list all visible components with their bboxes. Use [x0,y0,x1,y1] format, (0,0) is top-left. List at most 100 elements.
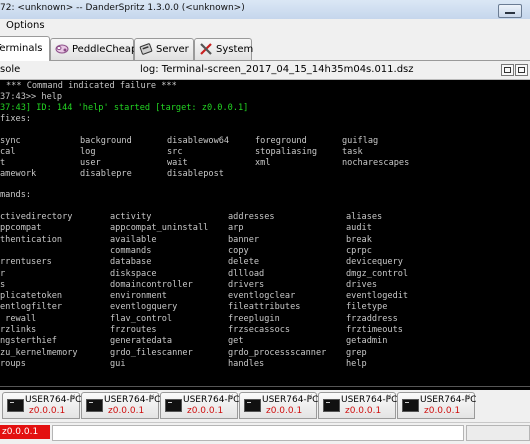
tab-system[interactable]: System [194,38,254,60]
terminal-output[interactable]: *** Command indicated failure *** 37:43>… [0,80,530,386]
session-tab[interactable]: USER764-PC z0.0.0.1 ✕ [2,392,81,419]
command-item: audit [346,223,372,234]
command-item: grdo_processscanner [228,347,327,358]
session-tab[interactable]: USER764-PC z0.0.0.1 ✕ [160,392,239,419]
tab-terminals[interactable]: Terminals [0,36,50,61]
command-item: frzsecassocs [228,325,291,335]
session-tab[interactable]: USER764-PC z0.0.0.1 ✕ [81,392,160,419]
prefix-item: wait [167,158,188,168]
status-field [52,425,464,441]
command-item: diskspace [110,268,157,279]
session-ip: z0.0.0.1 [266,406,303,416]
prefix-item: cal [0,147,16,157]
server-icon [139,43,153,55]
session-ip: z0.0.0.1 [29,406,66,416]
close-icon[interactable]: ✕ [386,394,393,401]
prompt-line: 37:43>> help [0,92,63,102]
peddlecheap-icon [55,44,69,54]
close-icon[interactable]: ✕ [70,394,77,401]
prefix-item: t [0,158,6,168]
prefix-item: disablewow64 [167,136,230,146]
session-tab[interactable]: USER764-PC z0.0.0.1 ✕ [397,392,476,419]
close-icon[interactable]: ✕ [228,394,235,401]
command-item: cprpc [346,245,372,256]
status-grip [466,425,530,441]
prefix-item: amework [0,169,37,179]
prefix-item: disablepost [167,169,224,179]
command-item: r [0,268,6,279]
command-item: eventlogclear [228,291,296,302]
tab-server[interactable]: Server [134,38,194,60]
session-tab[interactable]: USER764-PC z0.0.0.1 ✕ [318,392,397,419]
prefix-item: task [342,147,363,157]
command-item: handles [228,358,265,369]
command-item: appcompat_uninstall [110,223,209,234]
command-item: frztimeouts [346,325,403,335]
commands-header: mands: [0,190,32,200]
failure-line: *** Command indicated failure *** [6,81,177,91]
command-item: database [110,257,152,268]
command-item: gui [110,358,126,369]
close-icon[interactable]: ✕ [307,394,314,401]
status-target-ip: z0.0.0.1 [0,425,50,439]
prefix-item: nocharescapes [342,158,410,168]
tab-terminals-label: Terminals [0,43,43,54]
command-item: get [228,336,244,347]
started-line: 37:43] ID: 144 'help' started [target: z… [0,103,249,113]
command-item: thentication [0,234,63,245]
session-ip: z0.0.0.1 [424,406,461,416]
menu-options[interactable]: Options [6,20,45,31]
console-label: sole [0,64,21,75]
command-item: grep [346,347,367,358]
status-bar: z0.0.0.1 [0,422,530,444]
prefix-item: src [167,147,183,157]
close-icon[interactable]: ✕ [149,394,156,401]
command-item: plicatetoken [0,291,63,302]
log-file-path: log: Terminal-screen_2017_04_15_14h35m04… [140,64,414,75]
prefixes-header: fixes: [0,114,32,124]
command-item: freeplugin [228,313,280,324]
monitor-icon [402,399,419,412]
prefix-item: disablepre [80,169,132,179]
session-ip: z0.0.0.1 [187,406,224,416]
prefix-item: stopaliasing [255,147,318,157]
tab-peddlecheap-label: PeddleCheap [72,44,138,55]
command-item: rewall [0,313,37,324]
command-item: ctivedirectory [0,212,73,222]
title-bar: 72: <unknown> -- DanderSpritz 1.3.0.0 (<… [0,0,530,20]
command-item: getadmin [346,336,388,347]
command-item: commands [110,245,152,256]
session-tab[interactable]: USER764-PC z0.0.0.1 ✕ [239,392,318,419]
command-item: eventlogquery [110,302,178,313]
close-icon[interactable]: ✕ [465,394,472,401]
minimize-button[interactable] [498,4,522,18]
prefix-item: foreground [255,136,307,146]
command-item: dllload [228,268,265,279]
window-title: 72: <unknown> -- DanderSpritz 1.3.0.0 (<… [0,3,245,13]
command-item: rrentusers [0,257,52,268]
command-item: s [0,279,6,290]
prefix-item: user [80,158,101,168]
monitor-icon [7,399,24,412]
prefix-item: guiflag [342,136,379,146]
command-item: generatedata [110,336,173,347]
command-item: grdo_filescanner [110,347,193,358]
command-item: drives [346,279,378,290]
command-item: drivers [228,279,265,290]
session-tabs: USER764-PC z0.0.0.1 ✕ USER764-PC z0.0.0.… [0,390,530,420]
command-item: activity [110,212,152,222]
command-item: roups [0,358,26,369]
maximize-button[interactable] [515,64,528,76]
tab-peddlecheap[interactable]: PeddleCheap [50,38,138,60]
command-item: banner [228,234,260,245]
monitor-icon [244,399,261,412]
command-item: help [346,358,367,369]
command-item: frzroutes [110,325,157,335]
system-icon [200,43,212,55]
command-item: flav_control [110,313,173,324]
command-item: delete [228,257,260,268]
tab-system-label: System [216,44,254,55]
command-item: devicequery [346,257,403,268]
menu-bar: Options [0,19,530,35]
restore-button[interactable] [501,64,514,76]
